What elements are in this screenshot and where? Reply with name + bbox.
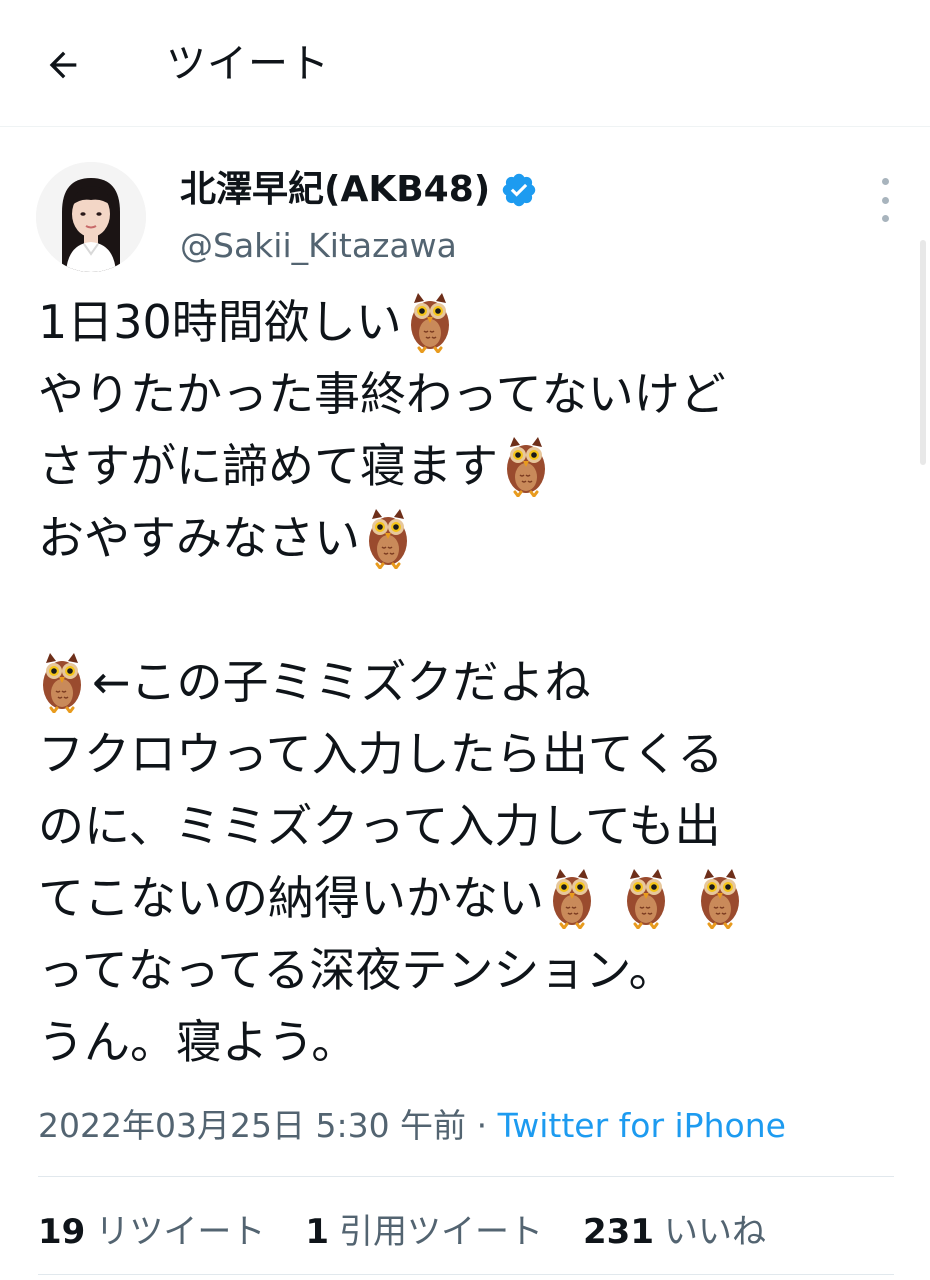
divider: [38, 1176, 894, 1177]
tweet-line: ってなってる深夜テンション。: [38, 943, 675, 997]
tweet-timestamp[interactable]: 2022年03月25日 5:30 午前: [38, 1106, 466, 1145]
retweet-label: リツイート: [95, 1211, 266, 1252]
likes-stat[interactable]: 231 いいね: [583, 1204, 766, 1253]
more-vertical-icon[interactable]: [872, 178, 898, 222]
owl-emoji: [38, 651, 86, 713]
avatar[interactable]: [36, 162, 146, 272]
tweet-text: 1日30時間欲しい やりたかった事終わってないけど さすがに諦めて寝ます おやす…: [38, 286, 868, 1078]
author-handle[interactable]: @Sakii_Kitazawa: [180, 224, 457, 268]
verified-badge-icon: [500, 171, 538, 209]
top-bar: ツイート: [0, 0, 930, 127]
tweet-line: ←この子ミミズクだよね: [38, 646, 868, 718]
retweet-count: 19: [38, 1211, 86, 1252]
tweet-line: のに、ミミズクって入力しても出: [38, 799, 721, 853]
owl-emoji: [696, 867, 744, 929]
quotes-stat[interactable]: 1 引用ツイート: [305, 1204, 543, 1253]
like-count: 231: [583, 1211, 654, 1252]
like-label: いいね: [663, 1211, 766, 1252]
divider: [38, 1274, 894, 1275]
author-name-row[interactable]: 北澤早紀(AKB48): [180, 166, 538, 214]
owl-emoji: [622, 867, 670, 929]
owl-emoji: [364, 507, 412, 569]
tweet-line: やりたかった事終わってないけど: [38, 367, 726, 421]
tweet-source-link[interactable]: Twitter for iPhone: [498, 1106, 786, 1145]
tweet-line: さすがに諦めて寝ます: [38, 430, 868, 502]
tweet-line: 1日30時間欲しい: [38, 286, 868, 358]
tweet-line: おやすみなさい: [38, 502, 868, 574]
tweet-line: うん。寝よう。: [38, 1015, 358, 1069]
avatar-image: [36, 162, 146, 272]
arrow-left-icon: [49, 51, 77, 79]
tweet-line: てこないの納得いかない: [38, 862, 868, 934]
owl-emoji: [502, 435, 550, 497]
retweets-stat[interactable]: 19 リツイート: [38, 1204, 265, 1253]
owl-emoji: [548, 867, 596, 929]
owl-emoji: [406, 291, 454, 353]
quote-label: 引用ツイート: [339, 1211, 543, 1252]
author-name[interactable]: 北澤早紀(AKB48): [180, 166, 490, 214]
quote-count: 1: [305, 1211, 329, 1252]
tweet-stats: 19 リツイート 1 引用ツイート 231 いいね: [38, 1200, 806, 1256]
tweet-line: フクロウって入力したら出てくる: [38, 727, 724, 781]
back-button[interactable]: [38, 40, 88, 90]
tweet-meta: 2022年03月25日 5:30 午前 · Twitter for iPhone: [38, 1100, 786, 1152]
scrollbar[interactable]: [920, 240, 926, 465]
meta-separator: ·: [476, 1106, 488, 1145]
page-title: ツイート: [166, 41, 330, 87]
